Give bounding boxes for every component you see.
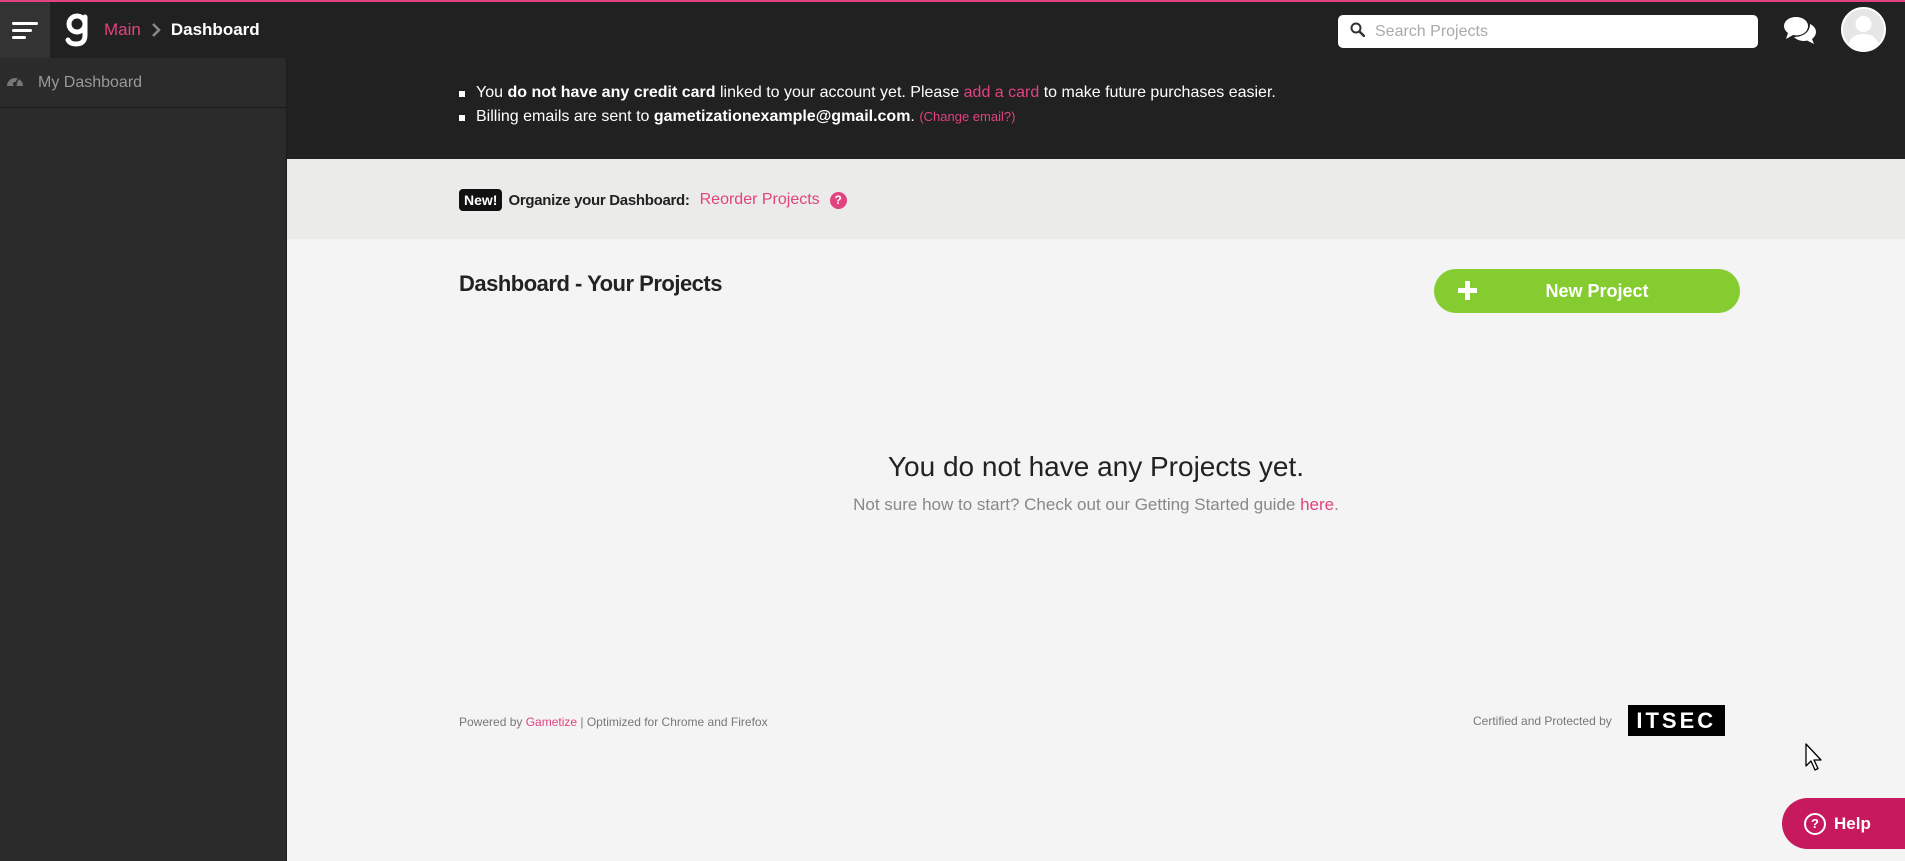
notice-text: Billing emails are sent to bbox=[476, 108, 654, 125]
reorder-projects-link[interactable]: Reorder Projects bbox=[700, 191, 820, 209]
footer-text: | Optimized for Chrome and Firefox bbox=[577, 715, 768, 729]
certified-text: Certified and Protected by bbox=[1473, 713, 1612, 728]
empty-state-text: . bbox=[1334, 495, 1339, 514]
search-box[interactable] bbox=[1338, 15, 1758, 48]
notice-credit-card: You do not have any credit card linked t… bbox=[459, 84, 1276, 108]
organize-label: Organize your Dashboard: bbox=[508, 191, 690, 209]
footer-powered-by: Powered by Gametize | Optimized for Chro… bbox=[459, 715, 768, 729]
notice-text: to make future purchases easier. bbox=[1039, 84, 1276, 101]
gametize-logo-icon[interactable] bbox=[64, 12, 90, 48]
help-label: Help bbox=[1834, 813, 1871, 833]
mouse-cursor-icon bbox=[1804, 742, 1826, 772]
main-content: Dashboard - Your Projects New Project Yo… bbox=[287, 239, 1905, 861]
footer-text: Powered by bbox=[459, 715, 526, 729]
hamburger-icon bbox=[12, 18, 38, 43]
question-circle-icon: ? bbox=[1804, 812, 1826, 835]
search-input[interactable] bbox=[1375, 22, 1745, 41]
add-card-link[interactable]: add a card bbox=[964, 84, 1040, 101]
breadcrumb: Main Dashboard bbox=[104, 2, 260, 58]
search-icon bbox=[1350, 22, 1366, 42]
hamburger-menu-button[interactable] bbox=[0, 2, 50, 58]
billing-email: gametizationexample@gmail.com bbox=[653, 108, 911, 125]
question-circle-icon[interactable]: ? bbox=[829, 191, 847, 209]
sidebar: My Dashboard bbox=[0, 58, 287, 861]
itsec-logo: ITSEC bbox=[1627, 705, 1725, 736]
empty-state-text: Not sure how to start? Check out our Get… bbox=[853, 495, 1301, 514]
new-project-button[interactable]: New Project bbox=[1434, 269, 1740, 313]
chevron-right-icon bbox=[151, 23, 161, 37]
page-title: Dashboard - Your Projects bbox=[459, 271, 722, 296]
getting-started-link[interactable]: here bbox=[1300, 495, 1334, 514]
notice-text: You bbox=[476, 84, 508, 101]
user-avatar[interactable] bbox=[1841, 7, 1886, 52]
billing-notice: You do not have any credit card linked t… bbox=[287, 58, 1905, 159]
notice-billing-email: Billing emails are sent to gametizatione… bbox=[459, 108, 1276, 132]
empty-state-subtitle: Not sure how to start? Check out our Get… bbox=[287, 495, 1905, 515]
empty-state-title: You do not have any Projects yet. bbox=[887, 451, 1305, 482]
sidebar-item-label: My Dashboard bbox=[38, 73, 143, 91]
notice-text: linked to your account yet. Please bbox=[715, 84, 964, 101]
breadcrumb-current: Dashboard bbox=[170, 20, 260, 39]
notice-bold-text: do not have any credit card bbox=[507, 84, 716, 101]
help-widget-button[interactable]: ? Help bbox=[1782, 798, 1905, 849]
breadcrumb-main-link[interactable]: Main bbox=[104, 20, 141, 40]
organize-dashboard-bar: New! Organize your Dashboard: Reorder Pr… bbox=[287, 159, 1905, 239]
footer-certification: Certified and Protected by ITSEC bbox=[1473, 705, 1725, 736]
top-bar: Main Dashboard bbox=[0, 0, 1905, 58]
new-project-label: New Project bbox=[1545, 280, 1649, 301]
new-badge: New! bbox=[459, 189, 503, 211]
gametize-link[interactable]: Gametize bbox=[526, 715, 577, 729]
change-email-link[interactable]: (Change email?) bbox=[919, 109, 1015, 124]
sidebar-item-my-dashboard[interactable]: My Dashboard bbox=[0, 58, 286, 108]
notice-text: . bbox=[910, 108, 920, 125]
chat-bubbles-icon[interactable] bbox=[1782, 14, 1818, 46]
dashboard-gauge-icon bbox=[6, 73, 24, 92]
